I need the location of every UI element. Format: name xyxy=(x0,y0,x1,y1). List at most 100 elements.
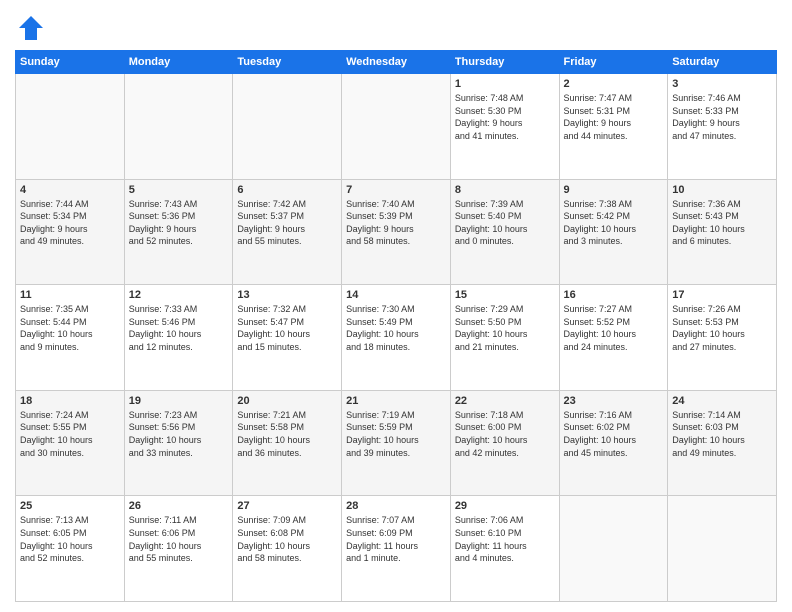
day-cell: 25 Sunrise: 7:13 AM Sunset: 6:05 PM Dayli… xyxy=(16,496,125,602)
day-cell: 29 Sunrise: 7:06 AM Sunset: 6:10 PM Dayli… xyxy=(450,496,559,602)
day-info: Sunrise: 7:14 AM Sunset: 6:03 PM Dayligh… xyxy=(672,409,772,459)
day-cell: 13 Sunrise: 7:32 AM Sunset: 5:47 PM Dayli… xyxy=(233,285,342,391)
day-info: Sunrise: 7:40 AM Sunset: 5:39 PM Dayligh… xyxy=(346,198,446,248)
day-cell xyxy=(16,74,125,180)
header-cell-tuesday: Tuesday xyxy=(233,51,342,74)
day-info: Sunrise: 7:21 AM Sunset: 5:58 PM Dayligh… xyxy=(237,409,337,459)
header xyxy=(15,10,777,42)
day-number: 22 xyxy=(455,395,555,407)
day-cell: 9 Sunrise: 7:38 AM Sunset: 5:42 PM Daylig… xyxy=(559,179,668,285)
day-number: 12 xyxy=(129,289,229,301)
day-cell: 18 Sunrise: 7:24 AM Sunset: 5:55 PM Dayli… xyxy=(16,390,125,496)
day-number: 24 xyxy=(672,395,772,407)
day-number: 28 xyxy=(346,500,446,512)
day-cell: 2 Sunrise: 7:47 AM Sunset: 5:31 PM Daylig… xyxy=(559,74,668,180)
day-cell: 11 Sunrise: 7:35 AM Sunset: 5:44 PM Dayli… xyxy=(16,285,125,391)
day-info: Sunrise: 7:43 AM Sunset: 5:36 PM Dayligh… xyxy=(129,198,229,248)
day-info: Sunrise: 7:09 AM Sunset: 6:08 PM Dayligh… xyxy=(237,514,337,564)
header-cell-sunday: Sunday xyxy=(16,51,125,74)
day-info: Sunrise: 7:06 AM Sunset: 6:10 PM Dayligh… xyxy=(455,514,555,564)
logo xyxy=(15,14,45,42)
week-row-1: 4 Sunrise: 7:44 AM Sunset: 5:34 PM Daylig… xyxy=(16,179,777,285)
header-row: SundayMondayTuesdayWednesdayThursdayFrid… xyxy=(16,51,777,74)
day-info: Sunrise: 7:39 AM Sunset: 5:40 PM Dayligh… xyxy=(455,198,555,248)
day-info: Sunrise: 7:26 AM Sunset: 5:53 PM Dayligh… xyxy=(672,303,772,353)
day-info: Sunrise: 7:30 AM Sunset: 5:49 PM Dayligh… xyxy=(346,303,446,353)
day-cell: 5 Sunrise: 7:43 AM Sunset: 5:36 PM Daylig… xyxy=(124,179,233,285)
header-cell-thursday: Thursday xyxy=(450,51,559,74)
day-cell: 17 Sunrise: 7:26 AM Sunset: 5:53 PM Dayli… xyxy=(668,285,777,391)
day-info: Sunrise: 7:19 AM Sunset: 5:59 PM Dayligh… xyxy=(346,409,446,459)
day-number: 16 xyxy=(564,289,664,301)
day-number: 21 xyxy=(346,395,446,407)
day-cell: 24 Sunrise: 7:14 AM Sunset: 6:03 PM Dayli… xyxy=(668,390,777,496)
day-number: 25 xyxy=(20,500,120,512)
day-number: 8 xyxy=(455,184,555,196)
day-number: 18 xyxy=(20,395,120,407)
day-number: 27 xyxy=(237,500,337,512)
day-number: 29 xyxy=(455,500,555,512)
day-number: 2 xyxy=(564,78,664,90)
day-cell xyxy=(342,74,451,180)
page: SundayMondayTuesdayWednesdayThursdayFrid… xyxy=(0,0,792,612)
day-number: 5 xyxy=(129,184,229,196)
day-number: 26 xyxy=(129,500,229,512)
week-row-3: 18 Sunrise: 7:24 AM Sunset: 5:55 PM Dayli… xyxy=(16,390,777,496)
day-number: 1 xyxy=(455,78,555,90)
day-info: Sunrise: 7:42 AM Sunset: 5:37 PM Dayligh… xyxy=(237,198,337,248)
day-cell: 22Sunrise: 7:18 AM Sunset: 6:00 PM Dayli… xyxy=(450,390,559,496)
header-cell-friday: Friday xyxy=(559,51,668,74)
week-row-4: 25 Sunrise: 7:13 AM Sunset: 6:05 PM Dayli… xyxy=(16,496,777,602)
day-cell: 3Sunrise: 7:46 AM Sunset: 5:33 PM Daylig… xyxy=(668,74,777,180)
day-number: 3 xyxy=(672,78,772,90)
day-info: Sunrise: 7:13 AM Sunset: 6:05 PM Dayligh… xyxy=(20,514,120,564)
day-cell: 26Sunrise: 7:11 AM Sunset: 6:06 PM Dayli… xyxy=(124,496,233,602)
day-number: 4 xyxy=(20,184,120,196)
day-cell: 21 Sunrise: 7:19 AM Sunset: 5:59 PM Dayli… xyxy=(342,390,451,496)
day-info: Sunrise: 7:44 AM Sunset: 5:34 PM Dayligh… xyxy=(20,198,120,248)
week-row-0: 1 Sunrise: 7:48 AM Sunset: 5:30 PM Daylig… xyxy=(16,74,777,180)
day-cell: 12Sunrise: 7:33 AM Sunset: 5:46 PM Dayli… xyxy=(124,285,233,391)
day-info: Sunrise: 7:47 AM Sunset: 5:31 PM Dayligh… xyxy=(564,92,664,142)
day-cell: 15 Sunrise: 7:29 AM Sunset: 5:50 PM Dayli… xyxy=(450,285,559,391)
day-cell: 23 Sunrise: 7:16 AM Sunset: 6:02 PM Dayli… xyxy=(559,390,668,496)
day-info: Sunrise: 7:16 AM Sunset: 6:02 PM Dayligh… xyxy=(564,409,664,459)
day-number: 11 xyxy=(20,289,120,301)
day-info: Sunrise: 7:48 AM Sunset: 5:30 PM Dayligh… xyxy=(455,92,555,142)
day-cell: 28 Sunrise: 7:07 AM Sunset: 6:09 PM Dayli… xyxy=(342,496,451,602)
day-info: Sunrise: 7:38 AM Sunset: 5:42 PM Dayligh… xyxy=(564,198,664,248)
day-info: Sunrise: 7:24 AM Sunset: 5:55 PM Dayligh… xyxy=(20,409,120,459)
header-cell-monday: Monday xyxy=(124,51,233,74)
day-number: 7 xyxy=(346,184,446,196)
day-cell: 1 Sunrise: 7:48 AM Sunset: 5:30 PM Daylig… xyxy=(450,74,559,180)
week-row-2: 11 Sunrise: 7:35 AM Sunset: 5:44 PM Dayli… xyxy=(16,285,777,391)
day-cell xyxy=(124,74,233,180)
day-cell: 20Sunrise: 7:21 AM Sunset: 5:58 PM Dayli… xyxy=(233,390,342,496)
calendar-table: SundayMondayTuesdayWednesdayThursdayFrid… xyxy=(15,50,777,602)
day-number: 13 xyxy=(237,289,337,301)
day-cell: 19Sunrise: 7:23 AM Sunset: 5:56 PM Dayli… xyxy=(124,390,233,496)
day-info: Sunrise: 7:29 AM Sunset: 5:50 PM Dayligh… xyxy=(455,303,555,353)
day-cell: 7 Sunrise: 7:40 AM Sunset: 5:39 PM Daylig… xyxy=(342,179,451,285)
day-info: Sunrise: 7:07 AM Sunset: 6:09 PM Dayligh… xyxy=(346,514,446,564)
day-info: Sunrise: 7:23 AM Sunset: 5:56 PM Dayligh… xyxy=(129,409,229,459)
day-info: Sunrise: 7:36 AM Sunset: 5:43 PM Dayligh… xyxy=(672,198,772,248)
day-cell: 8 Sunrise: 7:39 AM Sunset: 5:40 PM Daylig… xyxy=(450,179,559,285)
day-cell xyxy=(668,496,777,602)
day-number: 15 xyxy=(455,289,555,301)
day-cell: 27 Sunrise: 7:09 AM Sunset: 6:08 PM Dayli… xyxy=(233,496,342,602)
day-cell xyxy=(559,496,668,602)
day-number: 9 xyxy=(564,184,664,196)
day-info: Sunrise: 7:35 AM Sunset: 5:44 PM Dayligh… xyxy=(20,303,120,353)
day-info: Sunrise: 7:32 AM Sunset: 5:47 PM Dayligh… xyxy=(237,303,337,353)
day-info: Sunrise: 7:27 AM Sunset: 5:52 PM Dayligh… xyxy=(564,303,664,353)
day-number: 17 xyxy=(672,289,772,301)
day-cell: 10Sunrise: 7:36 AM Sunset: 5:43 PM Dayli… xyxy=(668,179,777,285)
day-number: 14 xyxy=(346,289,446,301)
day-number: 23 xyxy=(564,395,664,407)
day-cell: 14 Sunrise: 7:30 AM Sunset: 5:49 PM Dayli… xyxy=(342,285,451,391)
day-cell: 4 Sunrise: 7:44 AM Sunset: 5:34 PM Daylig… xyxy=(16,179,125,285)
day-cell xyxy=(233,74,342,180)
logo-icon xyxy=(17,14,45,42)
day-number: 6 xyxy=(237,184,337,196)
